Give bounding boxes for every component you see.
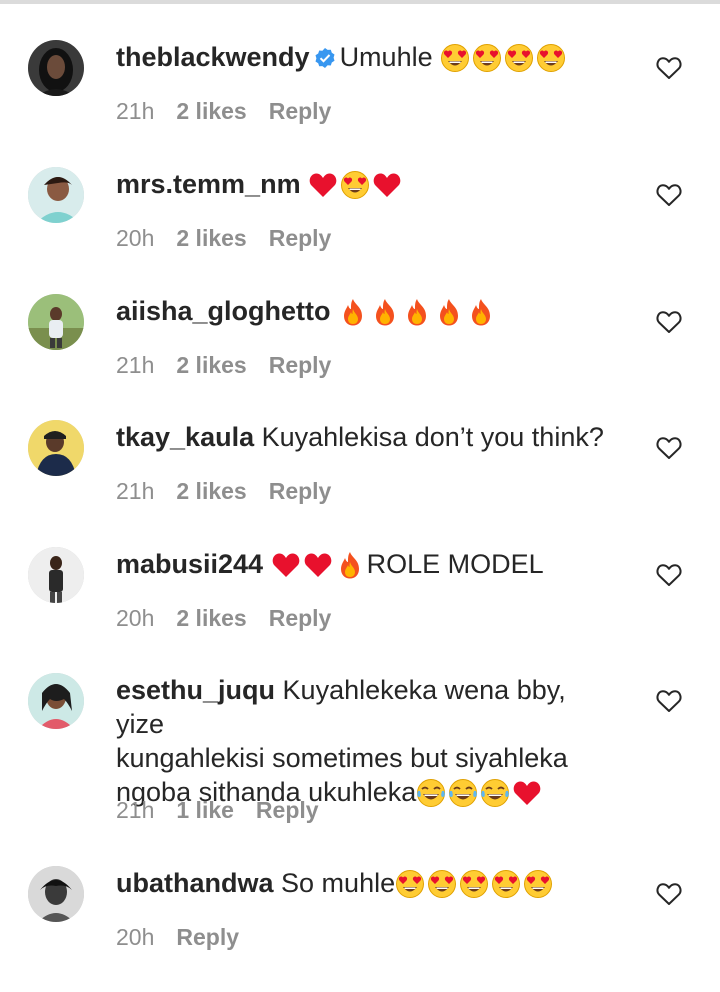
comment-likes[interactable]: 2 likes: [176, 225, 246, 251]
heart-eyes-emoji-icon: [440, 43, 470, 73]
comment-username[interactable]: mabusii244: [116, 549, 263, 579]
fire-emoji-icon: [338, 297, 368, 327]
heart-eyes-emoji-icon: [395, 869, 425, 899]
like-heart-icon[interactable]: [656, 882, 682, 906]
verified-badge-icon: [314, 47, 336, 69]
heart-eyes-emoji-icon: [536, 43, 566, 73]
fire-emoji-icon: [466, 297, 496, 327]
heart-eyes-emoji-icon: [523, 869, 553, 899]
avatar[interactable]: [28, 40, 84, 96]
reply-button[interactable]: Reply: [269, 605, 332, 631]
emoji-group: [271, 550, 367, 584]
avatar[interactable]: [28, 167, 84, 223]
like-heart-icon[interactable]: [656, 436, 682, 460]
comment-body-line2: kungahlekisi sometimes but siyahleka: [116, 743, 568, 773]
comment-meta: 21h 1 like Reply: [116, 797, 341, 824]
comment-likes[interactable]: 2 likes: [176, 352, 246, 378]
fire-emoji-icon: [434, 297, 464, 327]
avatar[interactable]: [28, 420, 84, 476]
comment-meta: 20h 2 likes Reply: [116, 225, 353, 252]
emoji-group: [440, 43, 568, 77]
comment-body: Umuhle: [339, 42, 433, 72]
emoji-group: [308, 170, 404, 204]
comment-body: Kuyahlekisa don’t you think?: [261, 422, 604, 452]
comment-body: So muhle: [281, 868, 396, 898]
comment-text: aiisha_gloghetto: [116, 294, 616, 331]
avatar-man-cap-icon: [28, 420, 84, 476]
comment-likes[interactable]: 2 likes: [176, 98, 246, 124]
reply-button[interactable]: Reply: [176, 924, 239, 950]
red-heart-emoji-icon: [308, 170, 338, 200]
comment-time: 21h: [116, 98, 155, 124]
comment-likes[interactable]: 2 likes: [176, 605, 246, 631]
comment-text: theblackwendy Umuhle: [116, 40, 616, 77]
heart-eyes-emoji-icon: [340, 170, 370, 200]
comment-meta: 21h 2 likes Reply: [116, 98, 353, 125]
comment-text: tkay_kaula Kuyahlekisa don’t you think?: [116, 420, 616, 454]
comment-time: 20h: [116, 924, 155, 950]
comment-username[interactable]: tkay_kaula: [116, 422, 254, 452]
comment-time: 21h: [116, 797, 155, 823]
red-heart-emoji-icon: [372, 170, 402, 200]
avatar-man-standing-icon: [28, 547, 84, 603]
comment-body: ROLE MODEL: [366, 549, 544, 579]
like-heart-icon[interactable]: [656, 563, 682, 587]
avatar-woman-bw-icon: [28, 866, 84, 922]
red-heart-emoji-icon: [271, 550, 301, 580]
avatar-woman-braids-icon: [28, 673, 84, 729]
comment-time: 20h: [116, 225, 155, 251]
reply-button[interactable]: Reply: [269, 352, 332, 378]
comment-username[interactable]: ubathandwa: [116, 868, 274, 898]
like-heart-icon[interactable]: [656, 689, 682, 713]
avatar[interactable]: [28, 547, 84, 603]
comment-time: 21h: [116, 478, 155, 504]
emoji-group: [416, 778, 544, 812]
red-heart-emoji-icon: [303, 550, 333, 580]
like-heart-icon[interactable]: [656, 183, 682, 207]
comment-username[interactable]: esethu_juqu: [116, 675, 275, 705]
comment-meta: 21h 2 likes Reply: [116, 352, 353, 379]
like-heart-icon[interactable]: [656, 56, 682, 80]
comment-text: ubathandwa So muhle: [116, 866, 616, 903]
heart-eyes-emoji-icon: [427, 869, 457, 899]
comment-text: mrs.temm_nm: [116, 167, 616, 204]
comment-time: 20h: [116, 605, 155, 631]
top-divider: [0, 0, 720, 4]
reply-button[interactable]: Reply: [269, 98, 332, 124]
heart-eyes-emoji-icon: [459, 869, 489, 899]
comment-likes[interactable]: 2 likes: [176, 478, 246, 504]
avatar-woman-dark-hair-icon: [28, 40, 84, 96]
like-heart-icon[interactable]: [656, 310, 682, 334]
avatar[interactable]: [28, 673, 84, 729]
comment-text: mabusii244 ROLE MODEL: [116, 547, 616, 584]
comment-username[interactable]: mrs.temm_nm: [116, 169, 301, 199]
comment-meta: 21h 2 likes Reply: [116, 478, 353, 505]
comment-meta: 20h Reply: [116, 924, 261, 951]
tears-of-joy-emoji-icon: [416, 778, 446, 808]
heart-eyes-emoji-icon: [472, 43, 502, 73]
avatar-woman-teal-icon: [28, 167, 84, 223]
comment-time: 21h: [116, 352, 155, 378]
emoji-group: [395, 869, 555, 903]
comment-text: esethu_juqu Kuyahlekeka wena bby, yize k…: [116, 673, 616, 812]
fire-emoji-icon: [335, 550, 365, 580]
fire-emoji-icon: [402, 297, 432, 327]
reply-button[interactable]: Reply: [269, 225, 332, 251]
emoji-group: [338, 297, 498, 331]
tears-of-joy-emoji-icon: [448, 778, 478, 808]
avatar-outdoor-person-icon: [28, 294, 84, 350]
comment-likes[interactable]: 1 like: [176, 797, 234, 823]
heart-eyes-emoji-icon: [504, 43, 534, 73]
reply-button[interactable]: Reply: [256, 797, 319, 823]
reply-button[interactable]: Reply: [269, 478, 332, 504]
comment-username[interactable]: aiisha_gloghetto: [116, 296, 331, 326]
comment-meta: 20h 2 likes Reply: [116, 605, 353, 632]
comment-username[interactable]: theblackwendy: [116, 42, 310, 72]
tears-of-joy-emoji-icon: [480, 778, 510, 808]
avatar[interactable]: [28, 866, 84, 922]
red-heart-emoji-icon: [512, 778, 542, 808]
heart-eyes-emoji-icon: [491, 869, 521, 899]
avatar[interactable]: [28, 294, 84, 350]
fire-emoji-icon: [370, 297, 400, 327]
